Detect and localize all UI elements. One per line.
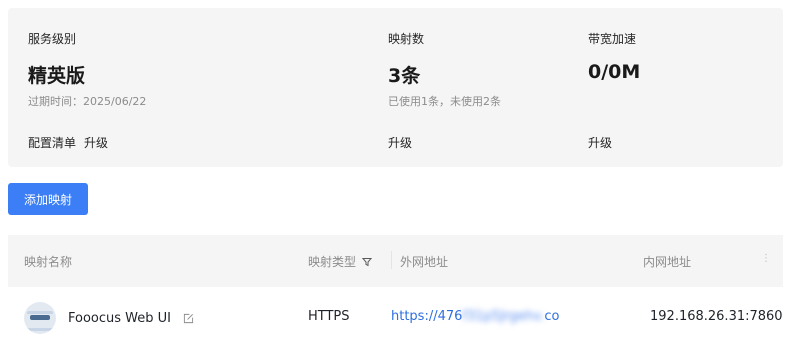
mapping-name: Fooocus Web UI [68, 310, 171, 326]
header-internal-address-label: 内网地址 [643, 255, 692, 269]
bandwidth-footer: 升级 [588, 134, 612, 151]
header-internal-address: 内网地址 [643, 253, 691, 270]
mapping-type-cell: HTTPS [308, 309, 350, 324]
fooocus-app-icon [24, 302, 56, 334]
mapping-footer: 升级 [388, 134, 412, 151]
external-address-link[interactable]: https://476 f31p5Jrgehv. co [391, 309, 559, 324]
bandwidth-label: 带宽加速 [588, 32, 637, 46]
external-address-prefix: https://476 [391, 309, 463, 324]
subscription-summary-panel: 服务级别 精英版 过期时间：2025/06/22 配置清单 升级 映射数 3条 … [8, 8, 783, 167]
header-mapping-type-label: 映射类型 [308, 255, 357, 269]
service-footer: 配置清单 升级 [28, 134, 108, 151]
table-row: Fooocus Web UI HTTPS https://476 f31p5Jrg… [8, 287, 783, 351]
bandwidth-value: 0/0M [588, 61, 641, 83]
mapping-upgrade-link[interactable]: 升级 [388, 134, 412, 151]
more-columns-icon[interactable]: ⋮ [761, 253, 771, 264]
table-header: 映射名称 映射类型 外网地址 内网地址 ⋮ [8, 235, 783, 287]
internal-address-cell: 192.168.26.31:7860 [650, 309, 783, 324]
header-external-address-label: 外网地址 [400, 255, 449, 269]
external-address-redacted: f31p5Jrgehv. [462, 309, 545, 324]
edit-icon[interactable] [183, 313, 194, 324]
bandwidth-upgrade-link[interactable]: 升级 [588, 134, 612, 151]
config-list-link[interactable]: 配置清单 [28, 134, 76, 151]
service-level-label: 服务级别 [28, 32, 77, 46]
external-address-suffix: co [544, 309, 560, 324]
header-external-address: 外网地址 [400, 253, 448, 270]
header-mapping-name: 映射名称 [24, 253, 72, 270]
add-mapping-button[interactable]: 添加映射 [8, 183, 88, 215]
header-mapping-name-label: 映射名称 [24, 255, 73, 269]
expiry-date-text: 过期时间：2025/06/22 [28, 95, 147, 108]
column-divider [391, 251, 392, 269]
filter-icon[interactable] [362, 257, 373, 267]
service-level-value: 精英版 [28, 65, 86, 87]
mapping-name-cell: Fooocus Web UI [24, 302, 194, 334]
mapping-count-label: 映射数 [388, 32, 425, 46]
mapping-table: 映射名称 映射类型 外网地址 内网地址 ⋮ Fooocus Web UI HTT… [8, 235, 783, 351]
mapping-usage-text: 已使用1条，未使用2条 [388, 95, 501, 108]
mapping-count-value: 3条 [388, 65, 421, 87]
service-upgrade-link[interactable]: 升级 [84, 134, 108, 151]
header-mapping-type: 映射类型 [308, 253, 373, 270]
